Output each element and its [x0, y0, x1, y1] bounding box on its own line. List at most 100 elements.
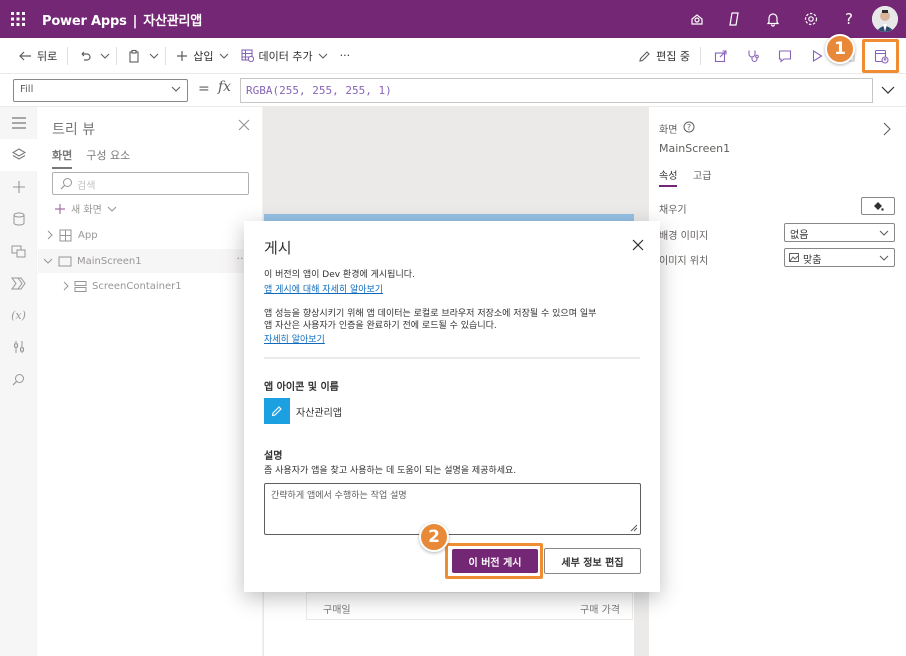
app-name: 자산관리앱 — [143, 13, 203, 29]
publish-dialog: 게시 이 버전의 앱이 Dev 환경에 게시됩니다. 앱 게시에 대해 자세히 … — [244, 221, 660, 592]
svg-text:?: ? — [687, 123, 691, 132]
bg-image-label: 배경 이미지 — [659, 231, 709, 242]
help-circle-icon[interactable]: ? — [683, 121, 695, 133]
divider — [67, 46, 69, 65]
image-position-label: 이미지 위치 — [659, 256, 709, 267]
undo-button[interactable] — [72, 38, 98, 74]
data-table-icon — [240, 49, 254, 62]
chevron-down-icon — [171, 86, 181, 92]
publish-button-highlight — [445, 543, 543, 579]
bg-image-dropdown[interactable]: 없음 — [784, 223, 895, 242]
close-icon[interactable] — [632, 239, 644, 251]
insert-label: 삽입 — [193, 49, 214, 63]
more-label: ··· — [339, 49, 351, 62]
app-icon-button[interactable] — [264, 398, 290, 424]
description-textarea[interactable]: 간략하게 앱에서 수행하는 작업 설명 — [264, 483, 641, 535]
publish-env-text: 이 버전의 앱이 Dev 환경에 게시됩니다. — [264, 270, 415, 280]
app-launcher-icon[interactable] — [0, 0, 36, 38]
properties-panel: 화면 ? MainScreen1 속성 고급 채우기 배경 이미지 없음 이미지… — [648, 107, 906, 656]
image-fit-icon — [789, 253, 799, 262]
storage-text-line2: 앱 자산은 사용자가 인증을 완료하기 전에 로드될 수 있습니다. — [264, 321, 497, 331]
help-icon[interactable]: ? — [830, 0, 868, 38]
tab-advanced[interactable]: 고급 — [693, 167, 711, 182]
share-button[interactable] — [705, 38, 737, 74]
property-value: Fill — [20, 84, 34, 95]
undo-dropdown-button[interactable] — [98, 38, 112, 74]
share-icon — [714, 50, 727, 63]
chevron-down-icon — [318, 53, 327, 59]
paste-dropdown-button[interactable] — [147, 38, 161, 74]
fill-label: 채우기 — [659, 205, 687, 216]
fill-color-picker[interactable] — [861, 197, 895, 215]
top-icons: ? — [678, 0, 898, 38]
chevron-down-icon — [100, 53, 110, 59]
screen-name: MainScreen1 — [659, 142, 731, 155]
add-data-button[interactable]: 데이터 추가 — [235, 38, 334, 74]
command-bar-right: 편집 중 — [632, 38, 898, 74]
resize-grip-icon[interactable] — [630, 524, 638, 532]
chevron-down-icon — [879, 255, 889, 261]
description-placeholder: 간략하게 앱에서 수행하는 작업 설명 — [271, 491, 407, 501]
paint-bucket-icon — [874, 202, 884, 211]
chevron-down-icon — [149, 53, 159, 59]
step-1-badge: 1 — [825, 34, 855, 64]
settings-gear-icon[interactable] — [792, 0, 830, 38]
pencil-icon — [639, 50, 650, 62]
learn-publish-link[interactable]: 앱 게시에 대해 자세히 알아보기 — [264, 282, 383, 295]
storage-text-line1: 앱 성능을 향상시키기 위해 앱 데이터는 로컬로 브라우저 저장소에 저장될 … — [264, 309, 597, 319]
property-dropdown[interactable]: Fill — [13, 79, 188, 102]
editing-mode-button[interactable]: 편집 중 — [632, 38, 696, 74]
icon-name-heading: 앱 아이콘 및 이름 — [264, 382, 339, 393]
undo-icon — [81, 51, 91, 61]
divider — [700, 47, 701, 65]
screen-type-label: 화면 — [659, 125, 678, 136]
fx-icon: fx — [218, 79, 232, 95]
stethoscope-icon — [748, 50, 759, 63]
image-position-dropdown[interactable]: 맞춤 — [784, 248, 895, 267]
title-separator: | — [132, 13, 138, 29]
dialog-divider — [264, 357, 640, 359]
description-help-text: 좀 사용자가 앱을 찾고 사용하는 데 도움이 되는 설명을 제공하세요. — [264, 466, 517, 476]
tab-properties[interactable]: 속성 — [659, 167, 678, 187]
edit-details-button[interactable]: 세부 정보 편집 — [544, 548, 641, 574]
more-commands-button[interactable]: ··· — [334, 38, 357, 74]
insert-button[interactable]: 삽입 — [170, 38, 234, 74]
bg-image-value: 없음 — [790, 230, 809, 241]
product-name[interactable]: Power Apps — [42, 14, 127, 29]
back-arrow-icon — [19, 51, 31, 60]
notification-bell-icon[interactable] — [754, 0, 792, 38]
command-bar: 뒤로 삽입 데이터 추가 ··· 편집 중 — [0, 38, 906, 74]
comment-icon — [778, 50, 792, 63]
divider — [116, 46, 118, 65]
pencil-icon — [271, 406, 282, 417]
equals-sign: = — [198, 81, 210, 97]
copilot-icon[interactable] — [716, 0, 754, 38]
chevron-right-icon[interactable] — [882, 122, 892, 136]
app-checker-button[interactable] — [737, 38, 769, 74]
chevron-down-icon — [879, 230, 889, 236]
formula-bar: Fill = fx RGBA(255, 255, 255, 1) — [0, 74, 906, 107]
play-icon — [812, 50, 823, 62]
expand-formula-chevron-icon[interactable] — [880, 82, 896, 98]
top-bar: Power Apps | 자산관리앱 ? — [0, 0, 906, 38]
app-title: Power Apps | 자산관리앱 — [42, 10, 202, 29]
comments-button[interactable] — [769, 38, 801, 74]
environment-icon[interactable] — [678, 0, 716, 38]
image-position-value: 맞춤 — [803, 255, 822, 266]
add-data-label: 데이터 추가 — [258, 49, 313, 63]
dialog-title: 게시 — [264, 239, 292, 257]
avatar[interactable] — [872, 6, 898, 32]
learn-more-link[interactable]: 자세히 알아보기 — [264, 332, 325, 345]
back-label: 뒤로 — [37, 49, 58, 63]
dialog-app-name: 자산관리앱 — [296, 408, 342, 419]
chevron-down-icon — [219, 53, 228, 59]
paste-button[interactable] — [121, 38, 147, 74]
back-button[interactable]: 뒤로 — [12, 38, 63, 74]
divider — [165, 46, 167, 65]
editing-label: 편집 중 — [656, 50, 690, 63]
publish-icon-highlight — [862, 39, 899, 73]
clipboard-icon — [129, 49, 139, 63]
formula-input[interactable]: RGBA(255, 255, 255, 1) — [240, 78, 873, 103]
description-heading: 설명 — [264, 451, 283, 462]
step-2-badge: 2 — [419, 522, 449, 552]
